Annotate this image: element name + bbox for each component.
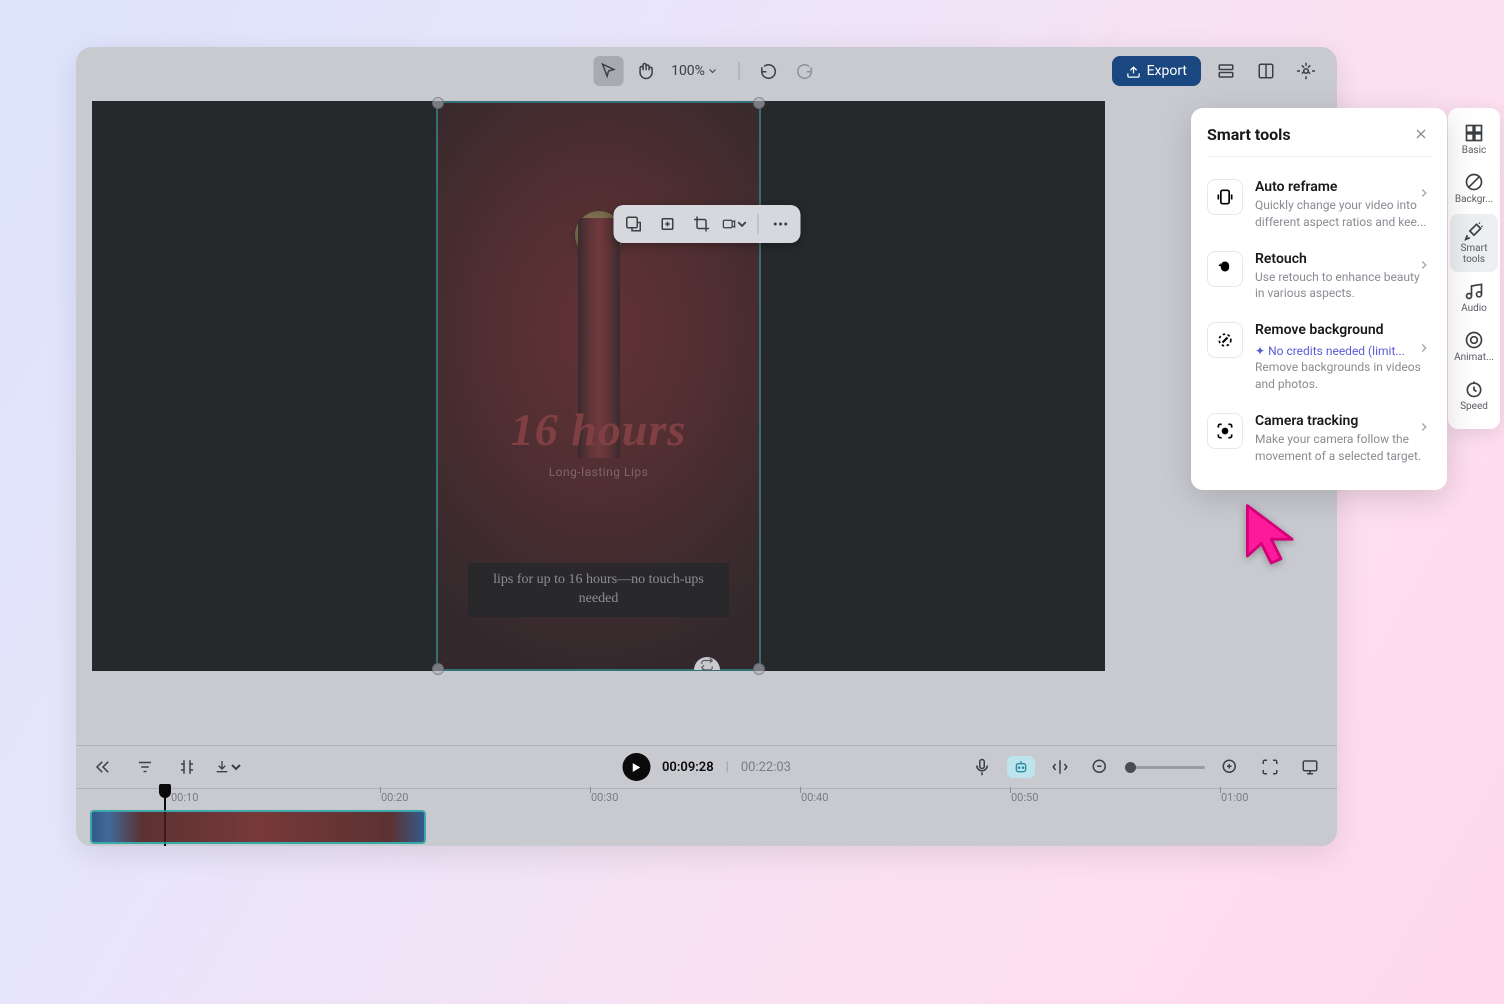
- ai-chip-button[interactable]: [1007, 756, 1035, 778]
- remove-bg-icon: [1207, 322, 1243, 358]
- filter-button[interactable]: [130, 752, 160, 782]
- screen-button[interactable]: [1295, 752, 1325, 782]
- ctx-dropdown[interactable]: [721, 210, 749, 238]
- mic-button[interactable]: [967, 752, 997, 782]
- context-toolbar: [613, 205, 800, 243]
- chevron-right-icon: [1417, 185, 1431, 204]
- chevron-right-icon: [1417, 340, 1431, 359]
- credits-badge: ✦ No credits needed (limit...: [1255, 344, 1405, 358]
- time-separator: |: [726, 760, 729, 775]
- tick: 00:30: [591, 791, 618, 804]
- crop-button[interactable]: [687, 210, 715, 238]
- tick: 00:10: [171, 791, 198, 804]
- resize-handle-br[interactable]: [753, 663, 765, 675]
- right-sidebar: Basic Backgr... Smart tools Audio Animat…: [1448, 108, 1500, 429]
- download-button[interactable]: [214, 752, 244, 782]
- retouch-icon: [1207, 251, 1243, 287]
- split-button[interactable]: [172, 752, 202, 782]
- video-canvas[interactable]: 16 hours Long-lasting Lips lips for up t…: [92, 101, 1105, 671]
- tick: 00:50: [1011, 791, 1038, 804]
- resize-handle-bl[interactable]: [432, 663, 444, 675]
- video-track-clip[interactable]: [90, 810, 426, 844]
- timeline: 00:09:28 | 00:22:03 00:10 00:20 00:30 00…: [76, 745, 1337, 846]
- sidebar-item-animation[interactable]: Animat...: [1450, 323, 1498, 370]
- play-button[interactable]: [622, 753, 650, 781]
- top-toolbar: 100% Export: [76, 47, 1337, 95]
- smart-tools-panel: Smart tools Auto reframeQuickly change y…: [1191, 108, 1447, 490]
- align-button[interactable]: [1045, 752, 1075, 782]
- settings-button[interactable]: [1291, 56, 1321, 86]
- more-button[interactable]: [766, 210, 794, 238]
- select-tool-button[interactable]: [593, 56, 623, 86]
- ctx-btn-2[interactable]: [653, 210, 681, 238]
- resize-handle-tr[interactable]: [753, 97, 765, 109]
- zoom-slider[interactable]: [1125, 766, 1205, 769]
- auto-reframe-icon: [1207, 179, 1243, 215]
- clip-content: 16 hours Long-lasting Lips lips for up t…: [438, 103, 759, 669]
- hand-tool-button[interactable]: [629, 56, 659, 86]
- tool-retouch[interactable]: RetouchUse retouch to enhance beauty in …: [1207, 241, 1431, 313]
- undo-button[interactable]: [754, 56, 784, 86]
- skip-back-button[interactable]: [88, 752, 118, 782]
- camera-tracking-icon: [1207, 413, 1243, 449]
- tick: 01:00: [1221, 791, 1248, 804]
- zoom-out-button[interactable]: [1085, 752, 1115, 782]
- panel-title: Smart tools: [1207, 125, 1291, 144]
- layout-1-button[interactable]: [1211, 56, 1241, 86]
- redo-button[interactable]: [790, 56, 820, 86]
- caption-text: lips for up to 16 hours—no touch-ups nee…: [468, 563, 729, 617]
- divider: [739, 62, 740, 80]
- hero-text: 16 hours: [438, 403, 759, 456]
- current-time: 00:09:28: [662, 760, 714, 775]
- subtitle-text: Long-lasting Lips: [438, 465, 759, 479]
- export-button[interactable]: Export: [1112, 56, 1201, 86]
- app-window: 100% Export 16 hours Long-lasting Lips l…: [76, 47, 1337, 846]
- timeline-ruler[interactable]: 00:10 00:20 00:30 00:40 00:50 01:00: [76, 788, 1337, 808]
- tool-camera-tracking[interactable]: Camera trackingMake your camera follow t…: [1207, 403, 1431, 475]
- zoom-in-button[interactable]: [1215, 752, 1245, 782]
- fit-button[interactable]: [1255, 752, 1285, 782]
- sidebar-item-basic[interactable]: Basic: [1450, 116, 1498, 163]
- close-panel-button[interactable]: [1411, 124, 1431, 144]
- tool-remove-background[interactable]: Remove background✦ No credits needed (li…: [1207, 312, 1431, 403]
- canvas-area: 16 hours Long-lasting Lips lips for up t…: [76, 95, 1337, 745]
- sidebar-item-speed[interactable]: Speed: [1450, 372, 1498, 419]
- chevron-right-icon: [1417, 419, 1431, 438]
- chevron-right-icon: [1417, 257, 1431, 276]
- layout-2-button[interactable]: [1251, 56, 1281, 86]
- total-duration: 00:22:03: [741, 760, 791, 775]
- tool-auto-reframe[interactable]: Auto reframeQuickly change your video in…: [1207, 169, 1431, 241]
- cursor-overlay: [1239, 500, 1309, 574]
- sidebar-item-smart-tools[interactable]: Smart tools: [1450, 214, 1498, 272]
- zoom-dropdown[interactable]: 100%: [671, 63, 719, 79]
- tick: 00:40: [801, 791, 828, 804]
- sidebar-item-background[interactable]: Backgr...: [1450, 165, 1498, 212]
- tick: 00:20: [381, 791, 408, 804]
- selected-clip[interactable]: 16 hours Long-lasting Lips lips for up t…: [436, 101, 761, 671]
- sidebar-item-audio[interactable]: Audio: [1450, 274, 1498, 321]
- resize-handle-tl[interactable]: [432, 97, 444, 109]
- ctx-btn-1[interactable]: [619, 210, 647, 238]
